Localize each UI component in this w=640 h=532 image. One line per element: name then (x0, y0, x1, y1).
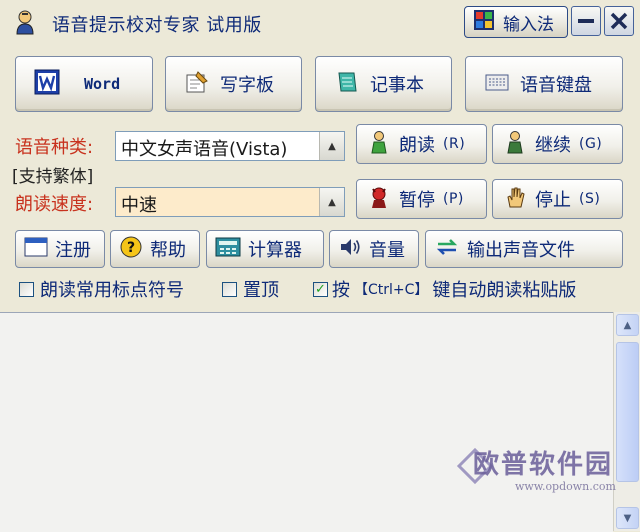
voice-type-dropdown-icon[interactable]: ▲ (319, 132, 344, 160)
window-title: 语音提示校对专家 试用版 (52, 15, 262, 36)
notepad-label: 记事本 (370, 75, 424, 96)
ctrl-c-option[interactable]: ✓ 按 【Ctrl+C】 键自动朗读粘贴版 (313, 276, 576, 302)
ctrl-c-checkbox[interactable]: ✓ (313, 281, 328, 297)
scroll-up-button[interactable]: ▲ (616, 314, 639, 336)
continue-label: 继续 (535, 135, 571, 156)
read-label: 朗读 (399, 135, 435, 156)
speed-select[interactable]: 中速 ▲ (115, 187, 345, 217)
main-window: 语音提示校对专家 试用版 输入法 Word 写字板 记事本 语音键盘 语音种类:… (0, 0, 640, 532)
word-button[interactable]: Word (15, 56, 153, 112)
stop-label: 停止 (535, 190, 571, 211)
close-button[interactable] (604, 6, 634, 36)
read-punctuation-checkbox[interactable] (19, 281, 34, 297)
notepad-icon (334, 69, 360, 100)
ctrl-c-label-suffix: 键自动朗读粘贴版 (432, 280, 577, 301)
read-button[interactable]: 朗读 (R) (356, 124, 487, 164)
speed-value: 中速 (121, 195, 157, 216)
word-label: Word (84, 75, 121, 93)
topmost-checkbox[interactable] (222, 281, 237, 297)
close-icon (605, 12, 633, 39)
ctrl-c-label-prefix: 按 (332, 280, 350, 301)
voice-keyboard-label: 语音键盘 (520, 75, 592, 96)
watermark: 欧普软件园 www.opdown.com (455, 440, 625, 500)
voice-keyboard-button[interactable]: 语音键盘 (465, 56, 623, 112)
minimize-icon (572, 19, 600, 39)
word-icon (34, 69, 60, 100)
continue-button[interactable]: 继续 (G) (492, 124, 623, 164)
ctrl-c-key: 【Ctrl+C】 (354, 282, 429, 298)
calculator-icon (215, 236, 241, 263)
watermark-title: 欧普软件园 (473, 450, 614, 480)
ime-grid-icon (473, 9, 495, 36)
register-label: 注册 (55, 240, 91, 261)
wordpad-icon (184, 69, 210, 100)
volume-button[interactable]: 音量 (329, 230, 419, 268)
speaker-icon (338, 236, 362, 263)
continue-shortcut: (G) (579, 136, 603, 152)
read-person-icon (367, 130, 391, 159)
stop-shortcut: (S) (579, 191, 601, 207)
read-punctuation-label: 朗读常用标点符号 (40, 280, 184, 301)
wordpad-label: 写字板 (220, 75, 274, 96)
export-sound-button[interactable]: 输出声音文件 (425, 230, 623, 268)
topmost-option[interactable]: 置顶 (222, 276, 279, 302)
export-sound-label: 输出声音文件 (467, 240, 575, 261)
calculator-button[interactable]: 计算器 (206, 230, 324, 268)
keyboard-icon (484, 69, 510, 100)
stop-button[interactable]: 停止 (S) (492, 179, 623, 219)
help-icon: ? (119, 235, 143, 264)
topmost-label: 置顶 (243, 280, 279, 301)
help-button[interactable]: ? 帮助 (110, 230, 200, 268)
svg-text:?: ? (127, 240, 135, 256)
voice-type-value: 中文女声语音(Vista) (121, 139, 288, 160)
pause-shortcut: (P) (443, 191, 464, 207)
minimize-button[interactable] (571, 6, 601, 36)
calculator-label: 计算器 (248, 240, 302, 261)
input-method-label: 输入法 (503, 14, 554, 35)
scroll-down-button[interactable]: ▼ (616, 507, 639, 529)
register-window-icon (24, 236, 48, 263)
speed-label: 朗读速度: (15, 194, 94, 215)
speed-dropdown-icon[interactable]: ▲ (319, 188, 344, 216)
help-label: 帮助 (150, 240, 186, 261)
pause-button[interactable]: 暂停 (P) (356, 179, 487, 219)
voice-type-select[interactable]: 中文女声语音(Vista) ▲ (115, 131, 345, 161)
stop-hand-icon (503, 185, 527, 214)
export-arrows-icon (434, 236, 460, 263)
watermark-url: www.opdown.com (515, 480, 616, 493)
input-method-button[interactable]: 输入法 (464, 6, 568, 38)
traditional-support-note: [支持繁体] (12, 167, 94, 187)
continue-person-icon (503, 130, 527, 159)
read-punctuation-option[interactable]: 朗读常用标点符号 (19, 276, 184, 302)
pause-label: 暂停 (399, 190, 435, 211)
pause-devil-icon (367, 185, 391, 214)
register-button[interactable]: 注册 (15, 230, 105, 268)
wordpad-button[interactable]: 写字板 (165, 56, 302, 112)
notepad-button[interactable]: 记事本 (315, 56, 452, 112)
voice-type-label: 语音种类: (15, 137, 94, 158)
read-shortcut: (R) (443, 136, 466, 152)
volume-label: 音量 (369, 240, 405, 261)
app-person-icon (14, 9, 36, 35)
